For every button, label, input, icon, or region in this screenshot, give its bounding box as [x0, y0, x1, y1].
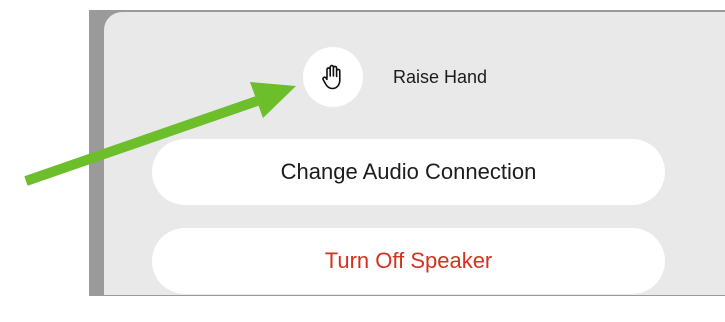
- raise-hand-row: Raise Hand: [303, 47, 487, 107]
- change-audio-connection-button[interactable]: Change Audio Connection: [152, 139, 665, 205]
- meeting-more-menu-screen: Raise Hand Change Audio Connection Turn …: [0, 0, 725, 322]
- raise-hand-button[interactable]: [303, 47, 363, 107]
- raise-hand-label[interactable]: Raise Hand: [393, 67, 487, 88]
- sheet-bottom-edge: [89, 296, 725, 322]
- turn-off-speaker-button[interactable]: Turn Off Speaker: [152, 228, 665, 294]
- raised-hand-icon: [322, 64, 341, 90]
